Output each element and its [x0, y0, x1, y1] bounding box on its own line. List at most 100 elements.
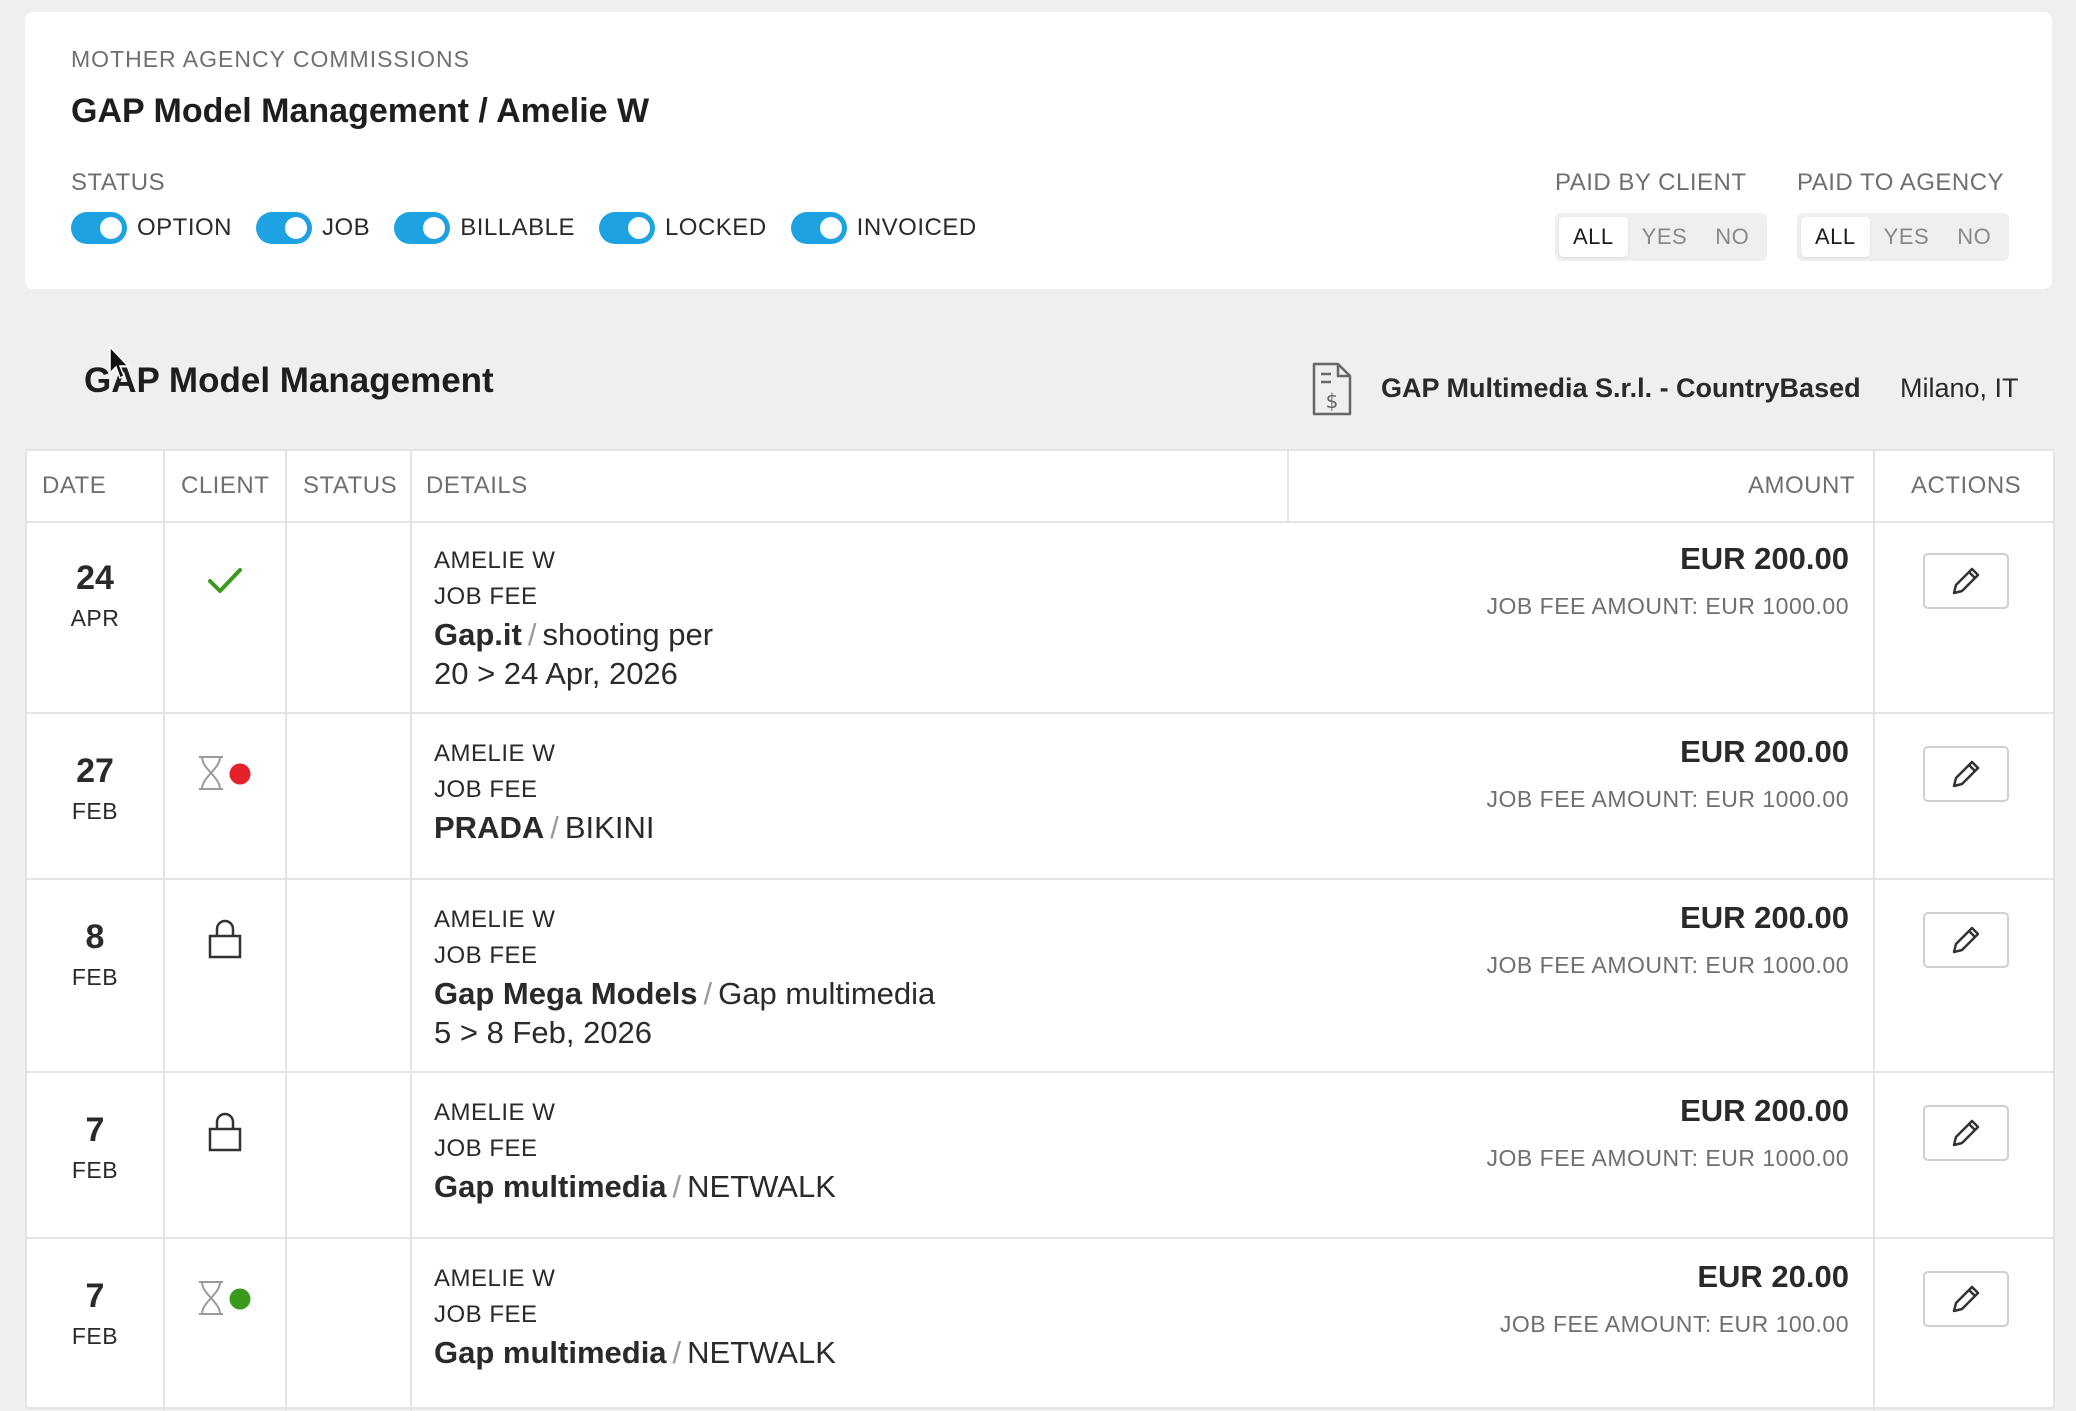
header-amount[interactable]: AMOUNT [1748, 472, 1855, 500]
toggle-switch[interactable] [598, 212, 655, 244]
table-header: DATE CLIENT STATUS DETAILS AMOUNT ACTION… [27, 451, 2053, 523]
pencil-icon [1952, 760, 1980, 788]
table-row[interactable]: 27 FEB AMELIE W JOB FEE PRADA / BIKINI EUR… [27, 714, 2053, 880]
row-amount: EUR 200.00 [1680, 1093, 1849, 1128]
hourglass-red-dot-icon [199, 756, 251, 790]
row-type: JOB FEE [434, 1301, 538, 1328]
paid-by-client-no[interactable]: NO [1701, 217, 1763, 257]
toggle-label: INVOICED [856, 214, 977, 241]
row-month: APR [70, 605, 120, 631]
row-amount-sub: JOB FEE AMOUNT: EUR 1000.00 [1486, 1145, 1849, 1171]
toggle-label: JOB [322, 214, 371, 241]
row-amount-sub: JOB FEE AMOUNT: EUR 1000.00 [1486, 786, 1849, 812]
header-actions: ACTIONS [1911, 472, 2022, 499]
row-day: 24 [76, 559, 114, 597]
row-client[interactable]: Gap Mega Models [434, 976, 698, 1011]
row-description: Gap multimedia [718, 976, 936, 1011]
commissions-panel: MOTHER AGENCY COMMISSIONS GAP Model Mana… [25, 12, 2052, 289]
row-details: Gap multimedia / NETWALK [434, 1169, 836, 1205]
header-client[interactable]: CLIENT [181, 472, 269, 500]
row-day: 8 [85, 918, 105, 956]
row-amount: EUR 200.00 [1680, 734, 1849, 769]
toggle-job[interactable]: JOB [256, 212, 370, 244]
col-divider [1287, 451, 1289, 521]
paid-to-agency-filter: PAID TO AGENCY ALL YES NO [1797, 169, 2010, 261]
row-type: JOB FEE [434, 583, 538, 610]
edit-button[interactable] [1923, 1105, 2009, 1161]
header-date[interactable]: DATE [42, 472, 106, 500]
paid-to-agency-yes[interactable]: YES [1870, 217, 1944, 257]
row-details: Gap multimedia / NETWALK [434, 1335, 836, 1371]
row-month: FEB [71, 1323, 119, 1349]
row-type: JOB FEE [434, 1135, 538, 1162]
pencil-icon [1952, 1119, 1980, 1147]
row-description: NETWALK [687, 1335, 836, 1370]
pencil-icon [1952, 567, 1980, 595]
toggle-switch[interactable] [394, 212, 451, 244]
row-amount-sub: JOB FEE AMOUNT: EUR 1000.00 [1486, 593, 1849, 619]
row-description: BIKINI [564, 810, 655, 845]
svg-text:$: $ [1326, 389, 1339, 413]
commissions-table: DATE CLIENT STATUS DETAILS AMOUNT ACTION… [25, 449, 2055, 1411]
row-description: shooting per [542, 617, 714, 652]
row-day: 7 [85, 1111, 105, 1149]
row-dates: 5 > 8 Feb, 2026 [434, 1015, 653, 1050]
pencil-icon [1952, 1285, 1980, 1313]
row-model: AMELIE W [434, 1265, 556, 1292]
paid-to-agency-all[interactable]: ALL [1801, 217, 1870, 257]
status-toggles: OPTION JOB BILLABLE LOCKED INVOICED [71, 212, 1001, 244]
row-day: 27 [76, 752, 114, 790]
paid-by-client-all[interactable]: ALL [1559, 217, 1628, 257]
table-row[interactable]: 7 FEB AMELIE W JOB FEE Gap multimedia / NE… [27, 1239, 2053, 1411]
edit-button[interactable] [1923, 1271, 2009, 1327]
row-dates: 20 > 24 Apr, 2026 [434, 656, 678, 691]
page-title: GAP Model Management / Amelie W [71, 92, 650, 130]
row-type: JOB FEE [434, 942, 538, 969]
company-name: GAP Multimedia S.r.l. - CountryBased [1381, 373, 1861, 403]
toggle-option[interactable]: OPTION [71, 212, 232, 244]
toggle-invoiced[interactable]: INVOICED [790, 212, 977, 244]
table-row[interactable]: 7 FEB AMELIE W JOB FEE Gap multimedia / NE… [27, 1073, 2053, 1239]
row-amount-sub: JOB FEE AMOUNT: EUR 1000.00 [1486, 952, 1849, 978]
row-details: Gap Mega Models / Gap multimedia [434, 976, 935, 1012]
row-type: JOB FEE [434, 776, 538, 803]
table-row[interactable]: 8 FEB AMELIE W JOB FEE Gap Mega Models / G… [27, 880, 2053, 1073]
row-client[interactable]: PRADA [434, 810, 544, 845]
toggle-switch[interactable] [790, 212, 847, 244]
status-label: STATUS [71, 169, 166, 196]
row-amount-sub: JOB FEE AMOUNT: EUR 100.00 [1499, 1311, 1849, 1337]
hourglass-green-dot-icon [199, 1281, 251, 1315]
paid-by-client-yes[interactable]: YES [1628, 217, 1702, 257]
row-amount: EUR 200.00 [1680, 900, 1849, 935]
paid-to-agency-no[interactable]: NO [1943, 217, 2005, 257]
header-status[interactable]: STATUS [303, 472, 397, 500]
toggle-locked[interactable]: LOCKED [598, 212, 767, 244]
row-amount: EUR 200.00 [1680, 541, 1849, 576]
paid-by-client-segmented: ALL YES NO [1555, 213, 1768, 261]
toggle-label: BILLABLE [460, 214, 575, 241]
row-client[interactable]: Gap multimedia [434, 1169, 667, 1204]
invoice-dollar-icon[interactable]: $ [1311, 362, 1353, 416]
row-client[interactable]: Gap multimedia [434, 1335, 667, 1370]
row-description: NETWALK [687, 1169, 836, 1204]
company-city: Milano, IT [1900, 373, 2019, 403]
edit-button[interactable] [1923, 746, 2009, 802]
row-month: FEB [71, 798, 119, 824]
toggle-switch[interactable] [71, 212, 127, 244]
header-details[interactable]: DETAILS [426, 472, 528, 500]
table-row[interactable]: 24 APR AMELIE W JOB FEE Gap.it / shooting … [27, 521, 2053, 714]
toggle-switch[interactable] [256, 212, 313, 244]
lock-icon [208, 919, 242, 959]
toggle-label: OPTION [137, 214, 233, 241]
row-client[interactable]: Gap.it [434, 617, 522, 652]
row-separator: / [550, 810, 559, 845]
paid-to-agency-label: PAID TO AGENCY [1797, 169, 2005, 196]
edit-button[interactable] [1923, 912, 2009, 968]
toggle-billable[interactable]: BILLABLE [394, 212, 575, 244]
edit-button[interactable] [1923, 553, 2009, 609]
agency-name: GAP Model Management [84, 361, 494, 400]
toggle-label: LOCKED [664, 214, 767, 241]
paid-to-agency-segmented: ALL YES NO [1797, 213, 2010, 261]
pencil-icon [1952, 926, 1980, 954]
row-model: AMELIE W [434, 906, 556, 933]
